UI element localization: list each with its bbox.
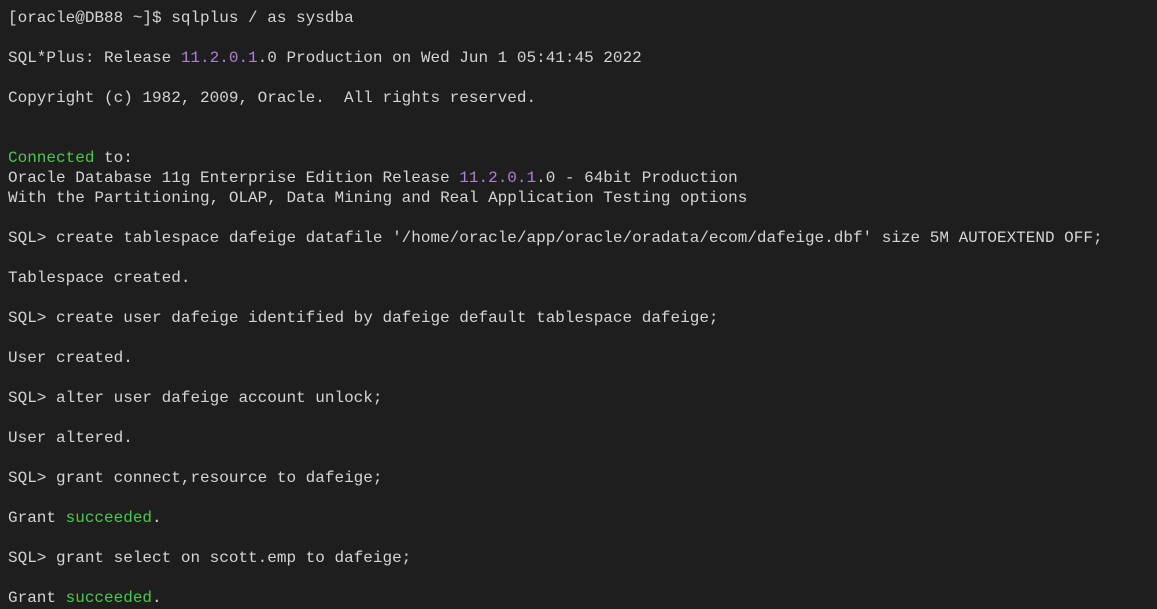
grant-succeeded: succeeded xyxy=(66,589,152,607)
connected-to: to: xyxy=(94,149,132,167)
oracle-db-line: Oracle Database 11g Enterprise Edition R… xyxy=(8,168,1149,188)
sql-prompt: SQL> xyxy=(8,389,56,407)
blank-line xyxy=(8,448,1149,468)
blank-line xyxy=(8,28,1149,48)
db-suffix: .0 - 64bit Production xyxy=(536,169,738,187)
blank-line xyxy=(8,328,1149,348)
grant-succeeded-line: Grant succeeded. xyxy=(8,508,1149,528)
sql-line-create-tablespace: SQL> create tablespace dafeige datafile … xyxy=(8,228,1149,248)
release-suffix: .0 Production on Wed Jun 1 05:41:45 2022 xyxy=(258,49,642,67)
blank-line xyxy=(8,568,1149,588)
terminal-output: [oracle@DB88 ~]$ sqlplus / as sysdba SQL… xyxy=(8,8,1149,608)
sql-prompt: SQL> xyxy=(8,229,56,247)
copyright-line: Copyright (c) 1982, 2009, Oracle. All ri… xyxy=(8,88,1149,108)
sql-command: grant connect,resource to dafeige; xyxy=(56,469,382,487)
sql-prompt: SQL> xyxy=(8,549,56,567)
db-prefix: Oracle Database 11g Enterprise Edition R… xyxy=(8,169,459,187)
release-version: 11.2.0.1 xyxy=(181,49,258,67)
grant-suffix: . xyxy=(152,509,162,527)
grant-succeeded-line-2: Grant succeeded. xyxy=(8,588,1149,608)
blank-line xyxy=(8,248,1149,268)
options-line: With the Partitioning, OLAP, Data Mining… xyxy=(8,188,1149,208)
sql-command: create tablespace dafeige datafile '/hom… xyxy=(56,229,1103,247)
release-prefix: SQL*Plus: Release xyxy=(8,49,181,67)
db-version: 11.2.0.1 xyxy=(459,169,536,187)
blank-line xyxy=(8,488,1149,508)
blank-line xyxy=(8,128,1149,148)
sqlplus-release-line: SQL*Plus: Release 11.2.0.1.0 Production … xyxy=(8,48,1149,68)
sql-prompt: SQL> xyxy=(8,309,56,327)
grant-prefix: Grant xyxy=(8,589,66,607)
blank-line xyxy=(8,68,1149,88)
blank-line xyxy=(8,408,1149,428)
blank-line xyxy=(8,208,1149,228)
sql-command: grant select on scott.emp to dafeige; xyxy=(56,549,411,567)
grant-succeeded: succeeded xyxy=(66,509,152,527)
sql-prompt: SQL> xyxy=(8,469,56,487)
grant-suffix: . xyxy=(152,589,162,607)
shell-prompt-line: [oracle@DB88 ~]$ sqlplus / as sysdba xyxy=(8,8,1149,28)
sql-line-grant-select: SQL> grant select on scott.emp to dafeig… xyxy=(8,548,1149,568)
sql-command: create user dafeige identified by dafeig… xyxy=(56,309,719,327)
sql-command: alter user dafeige account unlock; xyxy=(56,389,382,407)
connected-line: Connected to: xyxy=(8,148,1149,168)
shell-command: sqlplus / as sysdba xyxy=(171,9,353,27)
blank-line xyxy=(8,108,1149,128)
user-created-line: User created. xyxy=(8,348,1149,368)
grant-prefix: Grant xyxy=(8,509,66,527)
blank-line xyxy=(8,288,1149,308)
sql-line-grant-connect: SQL> grant connect,resource to dafeige; xyxy=(8,468,1149,488)
sql-line-create-user: SQL> create user dafeige identified by d… xyxy=(8,308,1149,328)
blank-line xyxy=(8,528,1149,548)
blank-line xyxy=(8,368,1149,388)
connected-word: Connected xyxy=(8,149,94,167)
user-altered-line: User altered. xyxy=(8,428,1149,448)
sql-line-alter-user: SQL> alter user dafeige account unlock; xyxy=(8,388,1149,408)
shell-prompt: [oracle@DB88 ~]$ xyxy=(8,9,171,27)
tablespace-created-line: Tablespace created. xyxy=(8,268,1149,288)
